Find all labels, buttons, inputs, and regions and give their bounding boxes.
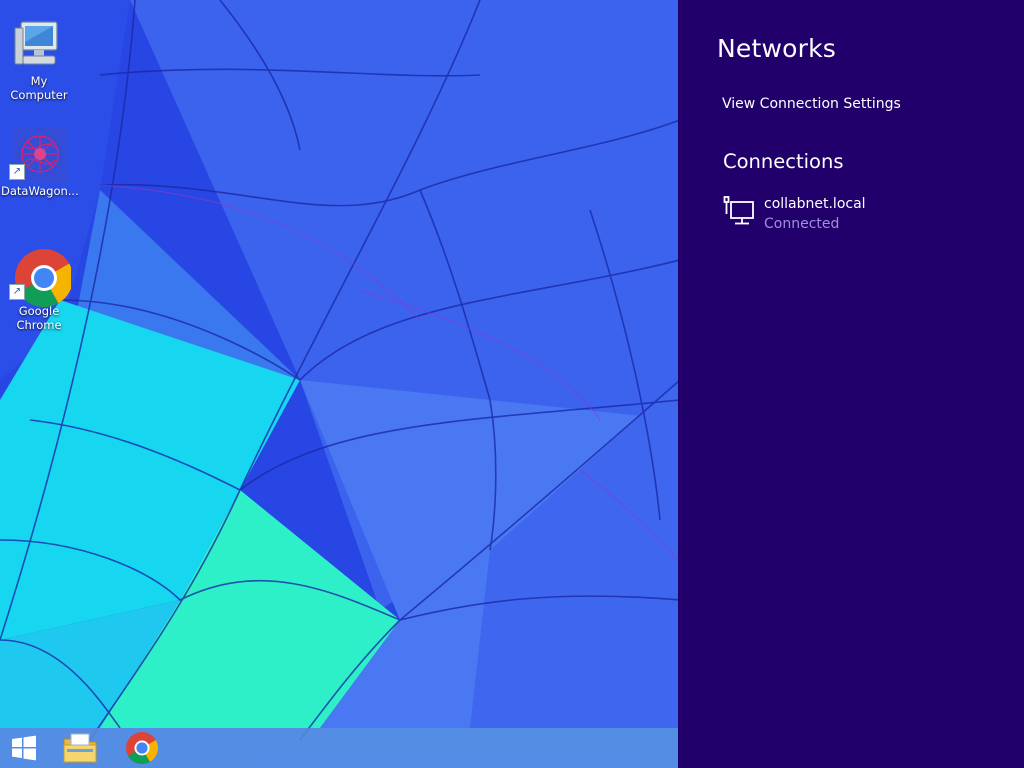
desktop-wallpaper — [0, 0, 678, 768]
view-connection-settings-link[interactable]: View Connection Settings — [722, 96, 901, 112]
desktop-icon-datawagon[interactable]: ↗ DataWagon... — [1, 126, 79, 198]
desktop-icon-my-computer[interactable]: My Computer — [1, 16, 77, 102]
shortcut-arrow-icon: ↗ — [9, 284, 25, 300]
desktop-icon-label: Google Chrome — [16, 304, 62, 332]
windows-start-icon — [12, 735, 36, 761]
computer-icon — [7, 16, 71, 72]
taskbar — [0, 728, 678, 768]
connection-name: collabnet.local — [764, 196, 866, 212]
chrome-icon — [126, 732, 159, 765]
chrome-icon: ↗ — [7, 246, 73, 307]
connection-status: Connected — [764, 216, 840, 232]
connections-heading: Connections — [723, 150, 844, 173]
desktop-icon-google-chrome[interactable]: ↗ Google Chrome — [1, 246, 77, 332]
pane-title: Networks — [717, 34, 837, 63]
networks-pane: Networks View Connection Settings Connec… — [678, 0, 1024, 768]
shortcut-arrow-icon: ↗ — [9, 164, 25, 180]
desktop-icon-label: My Computer — [10, 74, 68, 102]
desktop[interactable]: My Computer ↗ DataWagon... ↗ Google Chro… — [0, 0, 678, 768]
file-explorer-icon — [63, 733, 97, 763]
datawagon-icon: ↗ — [7, 126, 71, 184]
taskbar-file-explorer[interactable] — [58, 728, 102, 768]
connection-item-collabnet[interactable]: collabnet.local Connected — [723, 194, 1003, 238]
desktop-icon-label: DataWagon... — [1, 184, 79, 198]
ethernet-icon — [723, 196, 754, 225]
start-button[interactable] — [2, 728, 46, 768]
taskbar-chrome[interactable] — [120, 728, 164, 768]
